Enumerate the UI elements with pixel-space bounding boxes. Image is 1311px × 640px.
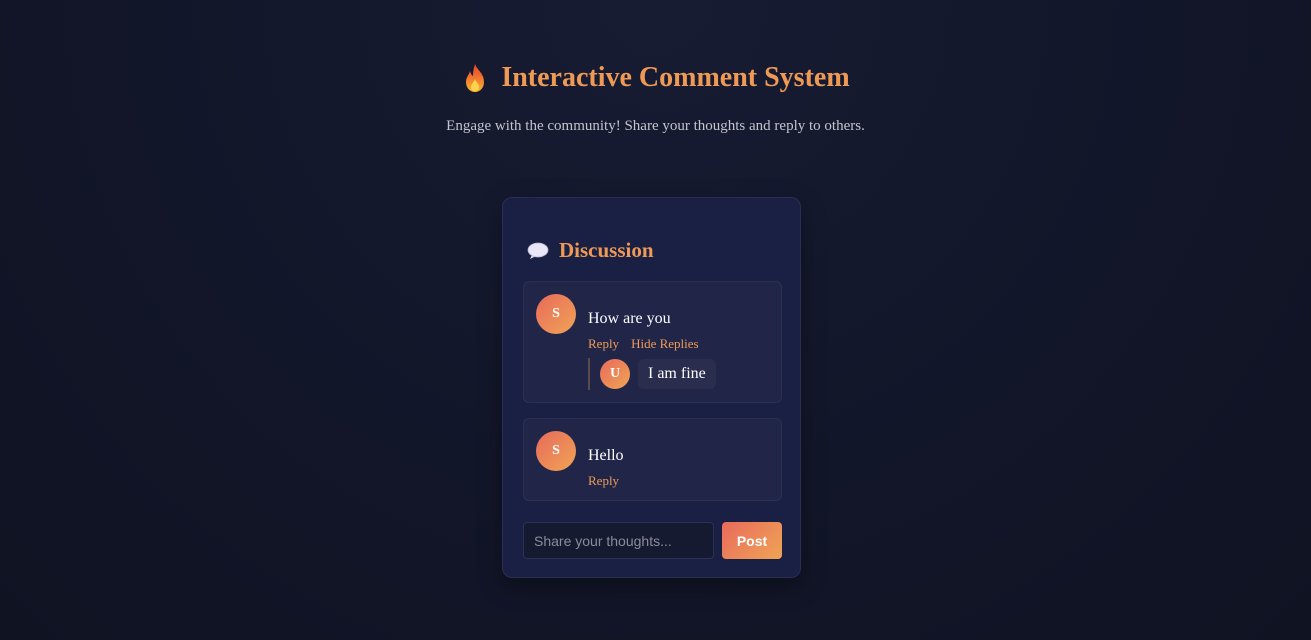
- reply-button[interactable]: Reply: [588, 336, 619, 352]
- reply-text: I am fine: [638, 359, 716, 389]
- reply-thread: U I am fine: [588, 358, 716, 390]
- discussion-header: Discussion: [527, 238, 654, 263]
- post-button[interactable]: Post: [722, 522, 782, 559]
- reply-avatar: U: [600, 359, 630, 389]
- comment-input[interactable]: [523, 522, 714, 559]
- comment-text: How are you: [588, 310, 671, 327]
- hide-replies-button[interactable]: Hide Replies: [631, 336, 699, 352]
- page-subtitle: Engage with the community! Share your th…: [446, 118, 865, 134]
- comment-actions: Reply Hide Replies: [588, 336, 699, 352]
- speech-bubble-icon: [527, 242, 549, 259]
- new-comment-form: Post: [523, 522, 782, 559]
- reply-button[interactable]: Reply: [588, 473, 619, 489]
- discussion-card: Discussion S How are you Reply Hide Repl…: [502, 197, 801, 578]
- comment-actions: Reply: [588, 473, 619, 489]
- discussion-title: Discussion: [559, 238, 654, 262]
- page-title: Interactive Comment System: [461, 58, 850, 98]
- page-header: Interactive Comment System Engage with t…: [0, 58, 1311, 135]
- comment-text: Hello: [588, 447, 624, 464]
- fire-icon: [466, 64, 485, 92]
- comment-item: S Hello Reply: [523, 418, 782, 501]
- page-title-text: Interactive Comment System: [501, 62, 850, 93]
- avatar: S: [536, 431, 576, 471]
- comment-item: S How are you Reply Hide Replies U I am …: [523, 281, 782, 403]
- avatar: S: [536, 294, 576, 334]
